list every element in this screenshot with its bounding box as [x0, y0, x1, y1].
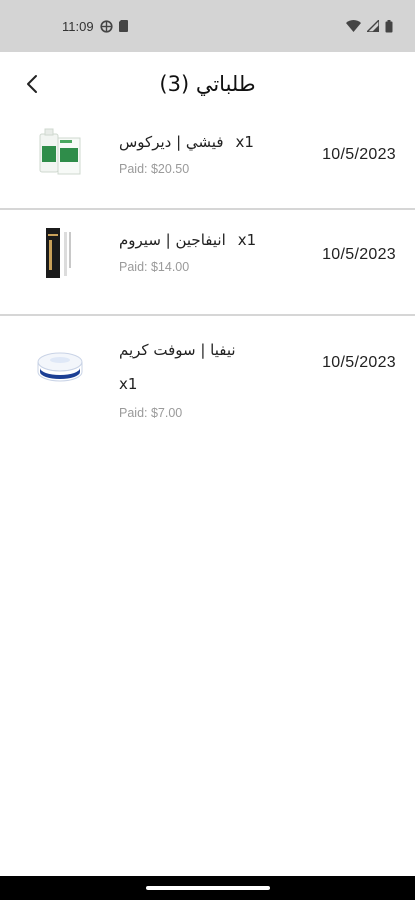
orders-list: فيشي | ديركوس x1 Paid: $20.50 10/5/2023 ا… [0, 116, 415, 448]
order-info: نيفيا | سوفت كريم x1 Paid: $7.00 [119, 338, 289, 420]
order-info: انيفاجين | سيروم x1 Paid: $14.00 [119, 228, 289, 274]
order-date: 10/5/2023 [322, 354, 396, 371]
order-name-line: انيفاجين | سيروم x1 [119, 228, 289, 252]
order-paid: Paid: $14.00 [119, 260, 190, 274]
order-name: فيشي | ديركوس [119, 133, 224, 151]
cream-jar-icon [37, 352, 83, 382]
page-title: طلباتي (3) [159, 72, 256, 96]
order-qty: x1 [237, 231, 257, 249]
status-time: 11:09 [62, 18, 94, 34]
hair-product-box-icon [39, 128, 81, 175]
order-qty: x1 [235, 133, 254, 151]
order-name: انيفاجين | سيروم [119, 231, 226, 249]
order-paid: Paid: $20.50 [119, 162, 190, 176]
sim-card-icon [118, 20, 129, 32]
order-paid: Paid: $7.00 [119, 406, 183, 420]
product-image [30, 338, 90, 398]
product-image [30, 224, 90, 284]
order-qty: x1 [119, 375, 138, 393]
vpn-globe-icon [99, 19, 113, 33]
order-date: 10/5/2023 [322, 246, 396, 263]
status-bar: 11:09 [0, 0, 415, 52]
product-image [30, 124, 90, 184]
back-button[interactable] [18, 70, 46, 98]
app-header: طلباتي (3) [0, 52, 415, 116]
chevron-left-icon [27, 75, 37, 93]
order-item[interactable]: نيفيا | سوفت كريم x1 Paid: $7.00 10/5/20… [0, 316, 415, 448]
order-item[interactable]: فيشي | ديركوس x1 Paid: $20.50 10/5/2023 [0, 116, 415, 210]
order-date: 10/5/2023 [322, 146, 396, 163]
wifi-icon [346, 20, 361, 32]
status-right [346, 19, 393, 33]
order-item[interactable]: انيفاجين | سيروم x1 Paid: $14.00 10/5/202… [0, 210, 415, 316]
home-gesture-handle[interactable] [145, 886, 270, 890]
battery-icon [385, 19, 393, 33]
order-name: نيفيا | سوفت كريم [119, 341, 236, 359]
system-nav-bar [0, 876, 415, 900]
cell-signal-icon [367, 20, 379, 32]
order-name-line: فيشي | ديركوس x1 [119, 130, 289, 154]
order-info: فيشي | ديركوس x1 Paid: $20.50 [119, 130, 289, 176]
status-left: 11:09 [62, 19, 129, 34]
serum-box-icon [46, 228, 71, 278]
